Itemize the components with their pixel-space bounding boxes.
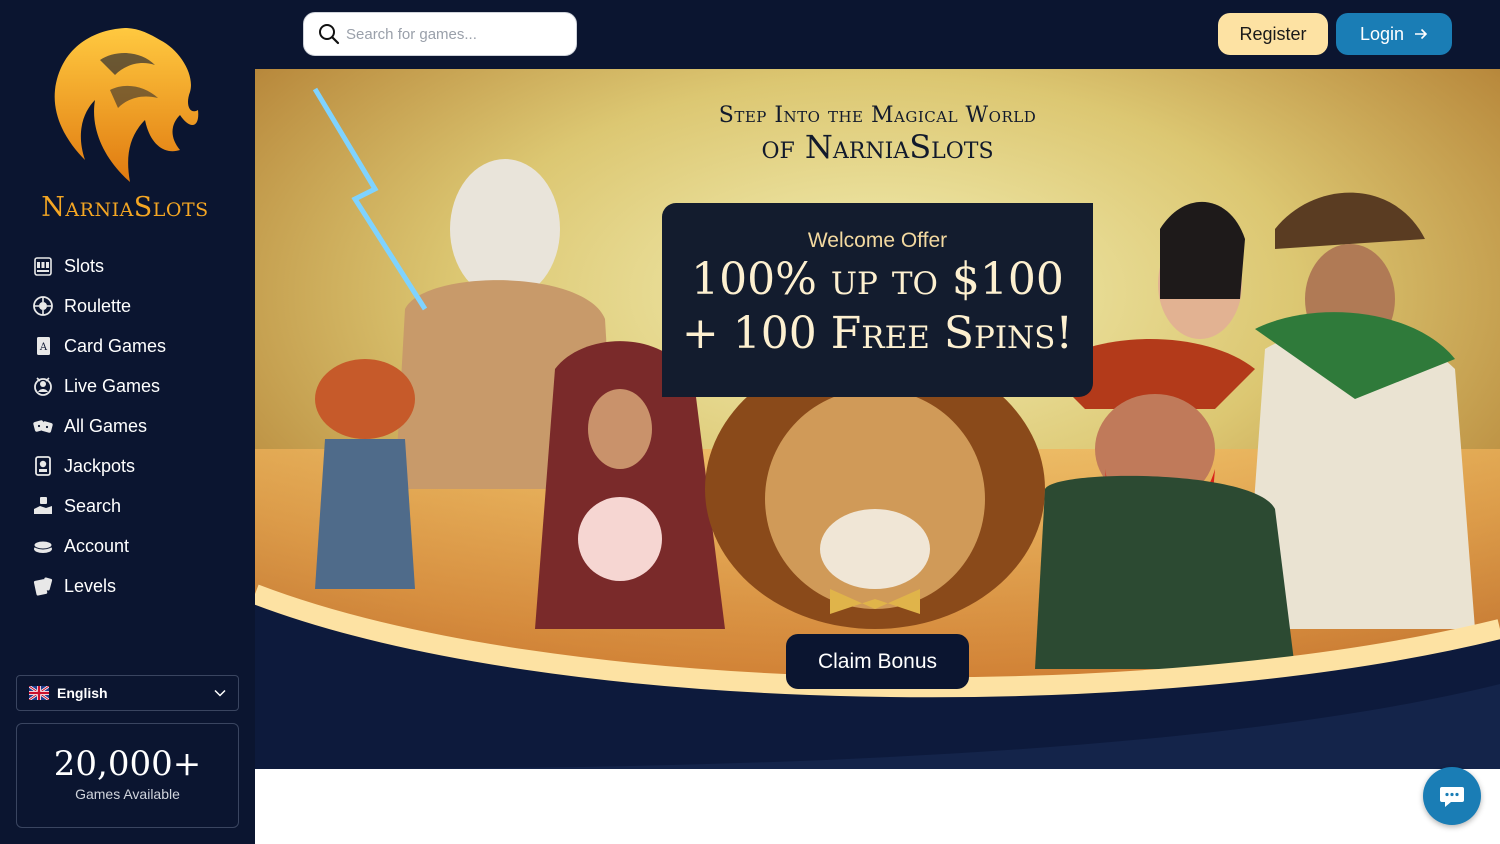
- dice-icon: [30, 413, 56, 439]
- chevron-down-icon: [214, 689, 226, 697]
- sidebar-item-roulette[interactable]: Roulette: [30, 286, 240, 326]
- register-button[interactable]: Register: [1218, 13, 1328, 55]
- offer-amount: 100% up to $100: [691, 254, 1064, 305]
- hero-banner: Step Into the Magical World of NarniaSlo…: [255, 69, 1500, 769]
- search-bar[interactable]: [303, 12, 577, 56]
- sidebar-item-label: Levels: [64, 575, 117, 596]
- roulette-icon: [30, 293, 56, 319]
- arrow-right-icon: [1415, 28, 1428, 40]
- playing-card-icon: A: [30, 333, 56, 359]
- sidebar-nav: Slots Roulette A Card Games Live Games A…: [30, 246, 240, 606]
- hero-heading-line1: Step Into the Magical World: [718, 103, 1037, 128]
- login-label: Login: [1359, 23, 1405, 44]
- sidebar-item-label: Slots: [64, 255, 105, 276]
- offer-label: Welcome Offer: [807, 229, 948, 252]
- lion-logo-icon: [54, 28, 199, 182]
- sidebar-item-label: Live Games: [64, 375, 161, 396]
- sidebar-item-card-games[interactable]: A Card Games: [30, 326, 240, 366]
- login-button[interactable]: Login: [1336, 13, 1452, 55]
- sidebar-item-label: Card Games: [64, 335, 167, 356]
- sidebar: NarniaSlots Slots Roulette A Card Games …: [0, 0, 255, 844]
- coins-icon: [30, 533, 56, 559]
- language-label: English: [57, 685, 108, 701]
- search-input[interactable]: [346, 25, 556, 43]
- sidebar-item-label: Account: [64, 535, 130, 556]
- sidebar-item-label: Roulette: [64, 295, 132, 316]
- games-count: 20,000+: [53, 744, 202, 784]
- chat-bubble-icon: [1440, 787, 1464, 807]
- brand-logo[interactable]: NarniaSlots: [30, 20, 220, 230]
- games-label: Games Available: [75, 786, 180, 802]
- welcome-offer-card: Welcome Offer 100% up to $100 + 100 Free…: [662, 203, 1093, 397]
- search-icon: [319, 24, 340, 45]
- sidebar-item-live-games[interactable]: Live Games: [30, 366, 240, 406]
- sidebar-item-all-games[interactable]: All Games: [30, 406, 240, 446]
- brand-name: NarniaSlots: [41, 192, 209, 223]
- slot-machine-icon: [30, 253, 56, 279]
- hero-heading-line2: of NarniaSlots: [761, 128, 994, 166]
- language-select[interactable]: English: [16, 675, 239, 711]
- sidebar-item-label: Jackpots: [64, 455, 136, 476]
- cards-icon: [30, 573, 56, 599]
- games-available-card: 20,000+ Games Available: [16, 723, 239, 828]
- live-dealer-icon: [30, 373, 56, 399]
- claim-bonus-button[interactable]: Claim Bonus: [786, 634, 969, 689]
- sidebar-item-jackpots[interactable]: Jackpots: [30, 446, 240, 486]
- uk-flag-icon: [29, 686, 49, 700]
- offer-spins: + 100 Free Spins!: [681, 308, 1074, 359]
- jackpot-icon: [30, 453, 56, 479]
- games-strip: [255, 769, 1500, 844]
- chips-hand-icon: [30, 493, 56, 519]
- sidebar-item-slots[interactable]: Slots: [30, 246, 240, 286]
- hero-heading: Step Into the Magical World of NarniaSlo…: [255, 103, 1500, 166]
- svg-text:A: A: [39, 342, 48, 353]
- sidebar-item-account[interactable]: Account: [30, 526, 240, 566]
- sidebar-item-search[interactable]: Search: [30, 486, 240, 526]
- chat-button[interactable]: [1423, 767, 1481, 825]
- sidebar-item-label: Search: [64, 495, 122, 516]
- sidebar-item-label: All Games: [64, 415, 148, 436]
- sidebar-item-levels[interactable]: Levels: [30, 566, 240, 606]
